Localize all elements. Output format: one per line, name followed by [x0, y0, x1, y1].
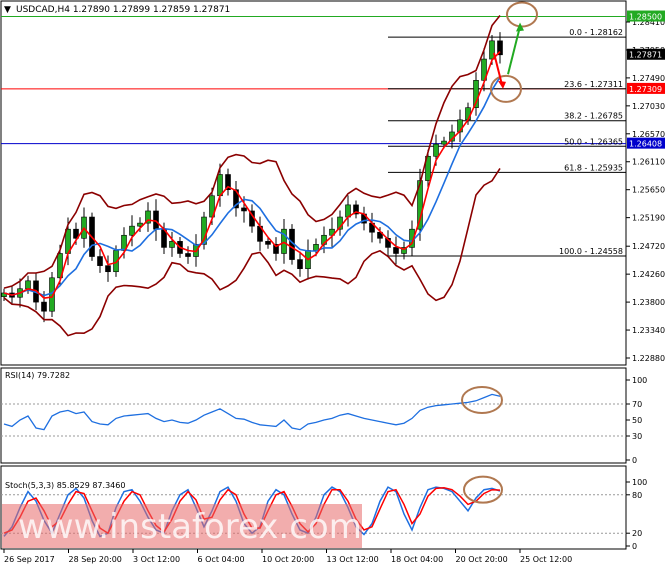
candle-body: [297, 259, 303, 269]
watermark-text: www.instaforex.com: [18, 507, 362, 547]
candle-body: [105, 265, 111, 273]
price-label: 1.27309: [629, 85, 662, 94]
x-axis: 26 Sep 2017 28 Sep 20:00 3 Oct 12:00 6 Oct …: [3, 549, 572, 564]
candle-body: [241, 207, 247, 212]
y-tick-label: 1.23340: [632, 326, 665, 335]
x-tick-label: 13 Oct 12:00: [327, 555, 379, 564]
y-tick-label: 1.24260: [632, 270, 665, 279]
x-tick-label: 26 Sep 2017: [4, 555, 55, 564]
y-tick-label: 1.25650: [632, 186, 665, 195]
fib-label: 61.8 - 1.25935: [564, 163, 623, 172]
candle-body: [441, 140, 447, 145]
y-tick-label: 1.26570: [632, 130, 665, 139]
rsi-y-tick-label: 0: [632, 456, 637, 465]
fib-label: 38.2 - 1.26785: [564, 112, 623, 121]
x-tick-label: 25 Oct 12:00: [520, 555, 572, 564]
y-tick-label: 1.26110: [632, 158, 665, 167]
y-tick-label: 1.23800: [632, 298, 665, 307]
chart-title: USDCAD,H4 1.27890 1.27899 1.27859 1.2787…: [16, 5, 230, 15]
rsi-y-tick-label: 70: [632, 400, 642, 409]
fib-label: 23.6 - 1.27311: [564, 80, 623, 89]
y-tick-label: 1.24720: [632, 242, 665, 251]
rsi-y-tick-label: 30: [632, 432, 642, 441]
rsi-y-tick-label: 50: [632, 416, 642, 425]
candle-body: [97, 256, 103, 266]
price-label: 1.27871: [629, 51, 662, 60]
candle-body: [185, 253, 191, 257]
candle-body: [489, 40, 495, 60]
stoch-y-tick-label: 80: [632, 491, 642, 500]
price-label: 1.28500: [629, 13, 662, 22]
symbol-marker-icon: ▼: [4, 5, 11, 15]
x-tick-label: 6 Oct 04:00: [198, 555, 245, 564]
fib-label: 50.0 - 1.26365: [564, 137, 623, 146]
stoch-y-tick-label: 20: [632, 529, 642, 538]
price-label: 1.26408: [629, 140, 662, 149]
main-pane-frame: [0, 0, 627, 366]
y-tick-label: 1.25190: [632, 214, 665, 223]
fib-label: 0.0 - 1.28162: [569, 28, 623, 37]
candle-body: [265, 241, 271, 245]
y-tick-label: 1.22880: [632, 354, 665, 363]
x-tick-label: 3 Oct 12:00: [133, 555, 180, 564]
stoch-y-tick-label: 0: [632, 542, 637, 551]
candle-body: [169, 241, 175, 248]
x-tick-label: 20 Oct 20:00: [456, 555, 508, 564]
candle-body: [41, 301, 47, 312]
candle-body: [433, 143, 439, 157]
candle-body: [393, 247, 399, 254]
watermark: www.instaforex.com: [2, 504, 362, 548]
chart-canvas: 1.284101.279501.274901.270301.265701.261…: [0, 0, 665, 564]
rsi-pane-frame: [0, 367, 627, 464]
y-tick-label: 1.27490: [632, 74, 665, 83]
x-tick-label: 10 Oct 20:00: [262, 555, 314, 564]
rsi-title: RSI(14) 79.7282: [5, 371, 70, 380]
stoch-y-tick-label: 100: [632, 478, 647, 487]
candle-body: [25, 280, 31, 290]
candle-body: [217, 174, 223, 197]
y-tick-label: 1.27030: [632, 102, 665, 111]
fib-label: 100.0 - 1.24558: [559, 247, 623, 256]
rsi-y-tick-label: 100: [632, 376, 647, 385]
x-tick-label: 18 Oct 04:00: [391, 555, 443, 564]
candle-body: [129, 225, 135, 236]
x-tick-label: 28 Sep 20:00: [69, 555, 122, 564]
stoch-title: Stoch(5,3,3) 85.8529 87.3460: [5, 481, 125, 490]
